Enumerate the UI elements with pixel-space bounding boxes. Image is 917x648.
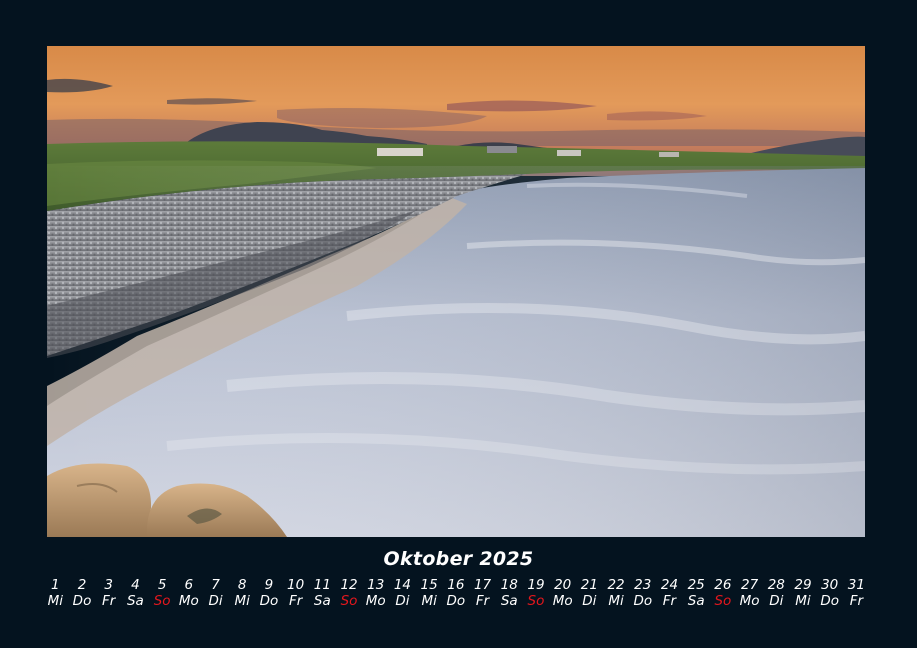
weekday-label: Mi xyxy=(421,593,437,609)
weekday-label-sunday: So xyxy=(527,593,545,609)
day-column: 19 So xyxy=(523,577,550,609)
day-number: 9 xyxy=(264,577,274,593)
day-column: 14 Di xyxy=(389,577,416,609)
day-number: 12 xyxy=(340,577,358,593)
day-number: 31 xyxy=(847,577,865,593)
weekday-label: Mi xyxy=(795,593,811,609)
weekday-label: Di xyxy=(395,593,410,609)
weekday-label: Di xyxy=(769,593,784,609)
day-column: 11 Sa xyxy=(309,577,336,609)
weekday-label: Do xyxy=(259,593,279,609)
day-column: 4 Sa xyxy=(122,577,149,609)
day-column: 26 So xyxy=(710,577,737,609)
weekday-label: Fr xyxy=(849,593,864,609)
day-number: 1 xyxy=(51,577,60,593)
day-column: 18 Sa xyxy=(496,577,523,609)
day-column: 25 Sa xyxy=(683,577,710,609)
day-number: 19 xyxy=(527,577,545,593)
weekday-label: Fr xyxy=(662,593,677,609)
day-number: 29 xyxy=(794,577,812,593)
day-column: 9 Do xyxy=(256,577,283,609)
day-number: 6 xyxy=(184,577,194,593)
weekday-label: Sa xyxy=(500,593,518,609)
day-column: 20 Mo xyxy=(549,577,576,609)
day-number: 30 xyxy=(821,577,839,593)
day-number: 5 xyxy=(157,577,167,593)
day-column: 31 Fr xyxy=(843,577,870,609)
day-number: 2 xyxy=(77,577,87,593)
day-column: 8 Mi xyxy=(229,577,256,609)
weekday-label: Fr xyxy=(475,593,490,609)
weekday-label: Mi xyxy=(608,593,624,609)
weekday-label: Do xyxy=(446,593,466,609)
day-column: 29 Mi xyxy=(790,577,817,609)
day-number: 11 xyxy=(313,577,331,593)
day-column: 1 Mi xyxy=(42,577,69,609)
weekday-label: Mo xyxy=(365,593,386,609)
day-number: 7 xyxy=(211,577,220,593)
day-column: 24 Fr xyxy=(656,577,683,609)
day-column: 21 Di xyxy=(576,577,603,609)
day-number: 18 xyxy=(500,577,518,593)
weekday-label: Fr xyxy=(288,593,303,609)
day-column: 30 Do xyxy=(816,577,843,609)
day-number: 27 xyxy=(740,577,759,593)
weekday-label: Mi xyxy=(234,593,250,609)
day-column: 23 Do xyxy=(629,577,656,609)
day-number: 16 xyxy=(447,577,465,593)
day-column: 7 Di xyxy=(202,577,229,609)
day-column: 16 Do xyxy=(443,577,470,609)
day-column: 12 So xyxy=(336,577,363,609)
day-column: 22 Mi xyxy=(603,577,630,609)
weekday-label: Sa xyxy=(126,593,144,609)
weekday-label: Di xyxy=(208,593,223,609)
day-column: 3 Fr xyxy=(95,577,122,609)
weekday-label: Do xyxy=(72,593,92,609)
weekday-label: Mo xyxy=(178,593,199,609)
day-number: 13 xyxy=(367,577,385,593)
day-number: 15 xyxy=(420,577,438,593)
day-column: 5 So xyxy=(149,577,176,609)
day-column: 13 Mo xyxy=(362,577,389,609)
day-column: 10 Fr xyxy=(282,577,309,609)
day-number: 17 xyxy=(473,577,492,593)
day-number: 3 xyxy=(104,577,113,593)
day-column: 28 Di xyxy=(763,577,790,609)
day-column: 2 Do xyxy=(69,577,96,609)
weekday-label: Sa xyxy=(687,593,705,609)
day-number: 28 xyxy=(767,577,785,593)
weekday-label-sunday: So xyxy=(153,593,171,609)
day-number: 22 xyxy=(607,577,625,593)
weekday-label: Fr xyxy=(102,593,116,609)
day-number: 23 xyxy=(634,577,652,593)
day-number: 25 xyxy=(687,577,705,593)
day-number: 10 xyxy=(287,577,305,593)
day-number: 8 xyxy=(237,577,247,593)
day-column: 27 Mo xyxy=(736,577,763,609)
day-strip: 1 Mi 2 Do 3 Fr 4 Sa 5 So 6 Mo 7 Di 8 Mi 9 Do 10 Fr 11 Sa 12 So 1… xyxy=(42,577,870,609)
weekday-label: Sa xyxy=(313,593,331,609)
day-number: 26 xyxy=(714,577,732,593)
day-number: 21 xyxy=(580,577,598,593)
day-column: 6 Mo xyxy=(176,577,203,609)
day-number: 14 xyxy=(393,577,412,593)
month-title: Oktober 2025 xyxy=(383,548,534,570)
weekday-label: Mo xyxy=(739,593,760,609)
day-column: 17 Fr xyxy=(469,577,496,609)
weekday-label: Mi xyxy=(47,593,63,609)
weekday-label: Mo xyxy=(552,593,573,609)
weekday-label: Di xyxy=(582,593,597,609)
day-number: 20 xyxy=(554,577,572,593)
weekday-label-sunday: So xyxy=(340,593,358,609)
day-number: 24 xyxy=(660,577,679,593)
weekday-label: Do xyxy=(633,593,653,609)
day-number: 4 xyxy=(131,577,140,593)
day-column: 15 Mi xyxy=(416,577,443,609)
weekday-label: Do xyxy=(820,593,840,609)
weekday-label-sunday: So xyxy=(714,593,732,609)
calendar-photo xyxy=(47,46,865,537)
